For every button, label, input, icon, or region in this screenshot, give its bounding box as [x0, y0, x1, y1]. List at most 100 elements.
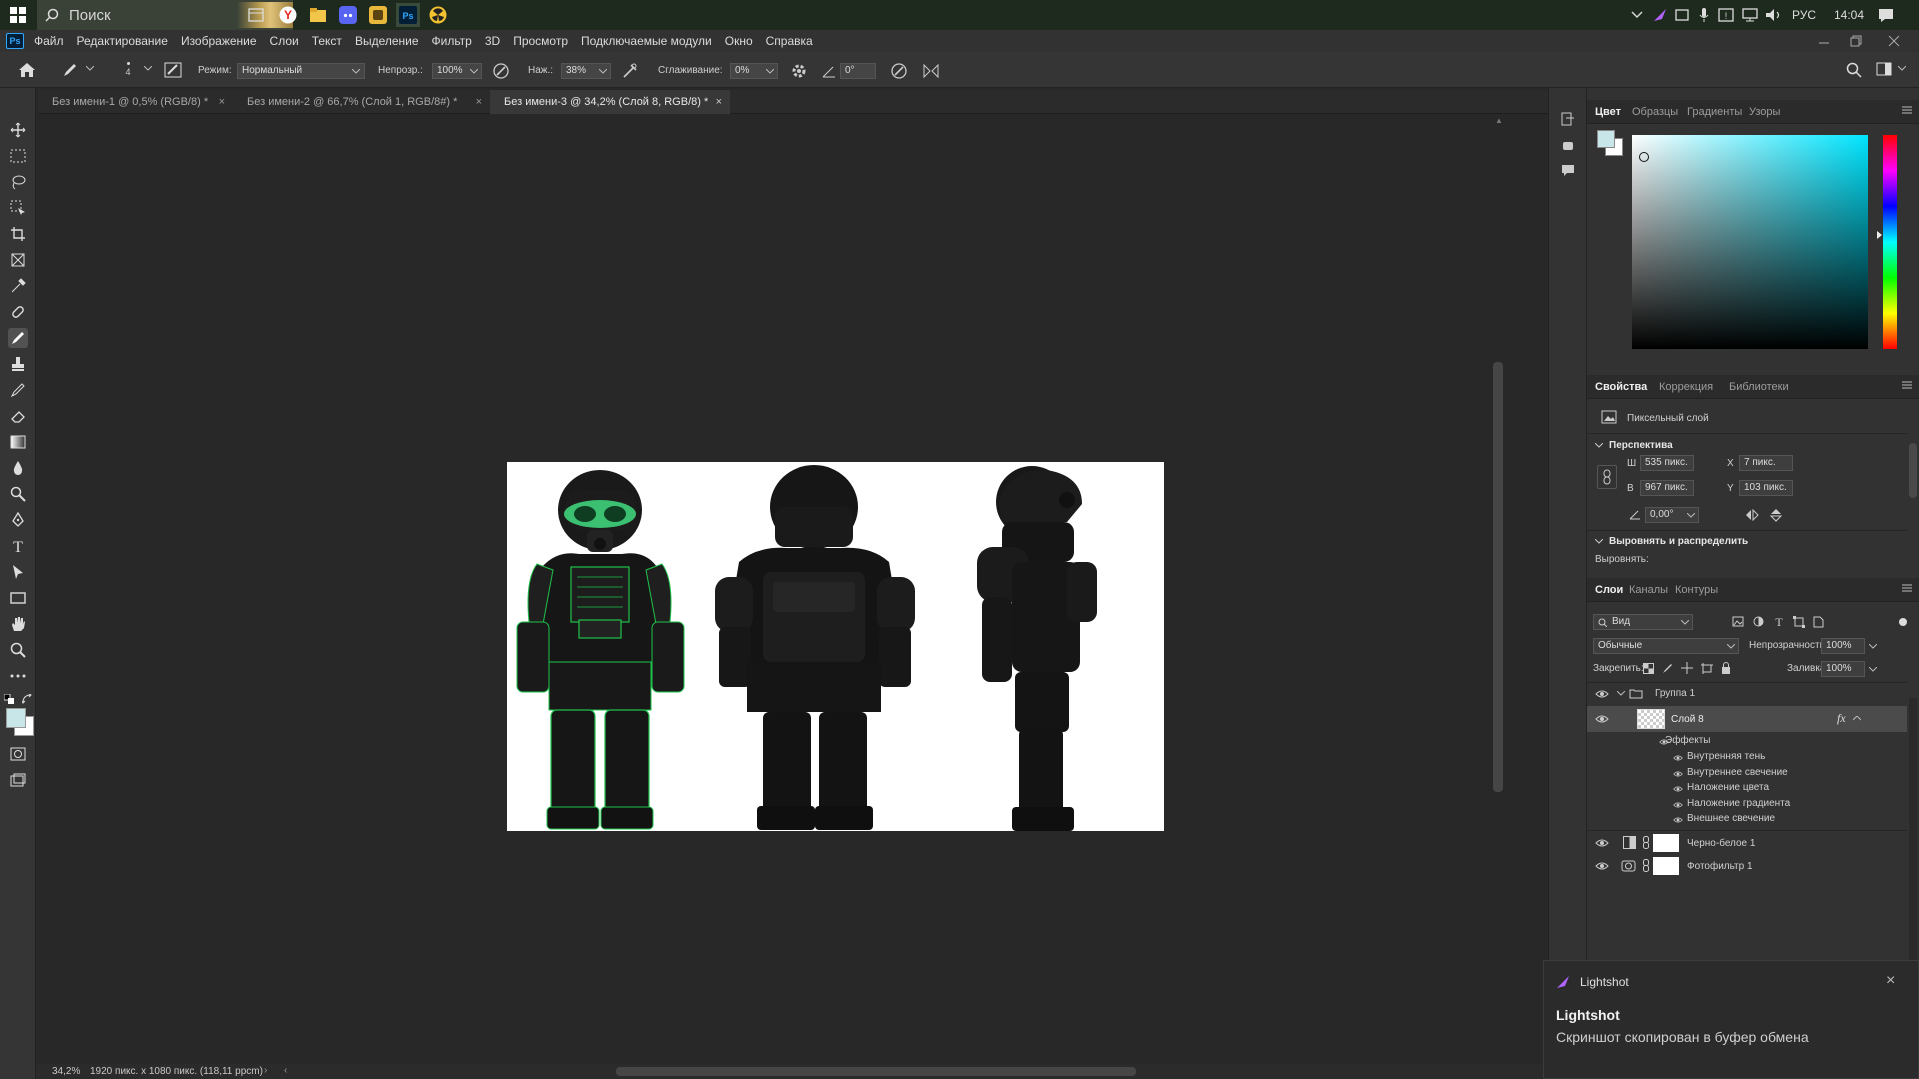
status-menu-icon[interactable]: ›: [264, 1065, 267, 1076]
group-name[interactable]: Группа 1: [1655, 688, 1695, 699]
menu-layers[interactable]: Слои: [270, 34, 299, 48]
menu-plugins[interactable]: Подключаемые модули: [581, 34, 712, 48]
lock-position-icon[interactable]: [1681, 662, 1693, 674]
brush-tool-preset-icon[interactable]: [62, 62, 78, 78]
tab-document-2[interactable]: Без имени-2 @ 66,7% (Слой 1, RGB/8#) * ×: [233, 90, 490, 114]
link-icon[interactable]: [1643, 836, 1649, 849]
layer-opacity-input[interactable]: 100%: [1821, 638, 1865, 654]
opacity-input[interactable]: 100%: [432, 63, 482, 79]
screen-mode-icon[interactable]: [8, 770, 28, 790]
lasso-tool-icon[interactable]: [8, 172, 28, 192]
layer-row-black-white[interactable]: Черно-белое 1: [1587, 832, 1907, 854]
pen-tool-icon[interactable]: [8, 510, 28, 530]
close-icon[interactable]: ×: [476, 90, 482, 114]
tray-app-icon[interactable]: [1670, 3, 1694, 27]
close-icon[interactable]: ×: [1886, 972, 1895, 990]
healing-brush-tool-icon[interactable]: [8, 302, 28, 322]
mode-select[interactable]: Нормальный: [237, 63, 365, 79]
blend-mode-select[interactable]: Обычные: [1593, 638, 1739, 654]
path-selection-tool-icon[interactable]: [8, 562, 28, 582]
close-icon[interactable]: ×: [716, 90, 722, 114]
lightshot-tray-icon[interactable]: [1648, 3, 1672, 27]
brush-settings-icon[interactable]: [164, 62, 182, 78]
panel-foreground-color[interactable]: [1597, 130, 1615, 148]
menu-3d[interactable]: 3D: [485, 34, 500, 48]
tab-document-1[interactable]: Без имени-1 @ 0,5% (RGB/8) * ×: [38, 90, 233, 114]
scroll-left-icon[interactable]: ‹: [284, 1065, 287, 1076]
menu-filter[interactable]: Фильтр: [432, 34, 472, 48]
menu-window[interactable]: Окно: [725, 34, 753, 48]
history-brush-tool-icon[interactable]: [8, 380, 28, 400]
app-icon-orange[interactable]: [366, 3, 390, 27]
tab-adjustments[interactable]: Коррекция: [1659, 375, 1713, 399]
horizontal-scrollbar[interactable]: [616, 1067, 1136, 1076]
visibility-eye-icon[interactable]: [1595, 714, 1609, 724]
menu-file[interactable]: Файл: [34, 34, 64, 48]
blur-tool-icon[interactable]: [8, 458, 28, 478]
foreground-color-swatch[interactable]: [6, 708, 26, 728]
effect-row[interactable]: Наложение градиента: [1587, 797, 1907, 812]
tab-document-3[interactable]: Без имени-3 @ 34,2% (Слой 8, RGB/8) * ×: [490, 90, 730, 114]
crop-tool-icon[interactable]: [8, 224, 28, 244]
eraser-tool-icon[interactable]: [8, 406, 28, 426]
yandex-browser-icon[interactable]: Y: [276, 3, 300, 27]
layer-mask-thumbnail[interactable]: [1653, 834, 1679, 852]
chevron-down-icon[interactable]: [1595, 539, 1603, 544]
notifications-icon[interactable]: [1874, 3, 1898, 27]
layers-scrollbar[interactable]: [1909, 698, 1917, 998]
effect-row[interactable]: Внутренняя тень: [1587, 750, 1907, 765]
tab-color[interactable]: Цвет: [1595, 100, 1621, 124]
visibility-eye-icon[interactable]: [1673, 816, 1683, 824]
filter-toggle[interactable]: [1899, 618, 1907, 626]
link-icon[interactable]: [1643, 859, 1649, 872]
visibility-eye-icon[interactable]: [1673, 801, 1683, 809]
menu-view[interactable]: Просмотр: [513, 34, 568, 48]
chevron-down-icon[interactable]: [86, 66, 94, 71]
panel-menu-icon[interactable]: [1902, 106, 1912, 114]
menu-edit[interactable]: Редактирование: [77, 34, 168, 48]
filter-smart-object-icon[interactable]: [1813, 616, 1824, 628]
layer-row-group[interactable]: Группа 1: [1587, 684, 1907, 704]
color-field[interactable]: [1632, 135, 1868, 349]
properties-scrollbar[interactable]: [1909, 443, 1917, 498]
lock-all-icon[interactable]: [1721, 662, 1731, 674]
flip-horizontal-icon[interactable]: [1745, 509, 1759, 521]
layer-name[interactable]: Слой 8: [1671, 714, 1704, 725]
document-canvas[interactable]: [507, 462, 1164, 831]
restore-icon[interactable]: [1850, 35, 1862, 47]
angle-input[interactable]: 0,00°: [1645, 507, 1699, 523]
comments-panel-icon[interactable]: [1561, 164, 1575, 178]
actions-panel-icon[interactable]: [1561, 138, 1575, 152]
filter-adjustment-icon[interactable]: [1753, 616, 1764, 627]
link-dimensions-icon[interactable]: [1597, 465, 1617, 489]
brush-angle-input[interactable]: 0°: [840, 63, 876, 79]
gradient-tool-icon[interactable]: [8, 432, 28, 452]
windows-start-icon[interactable]: [6, 3, 30, 27]
eyedropper-tool-icon[interactable]: [8, 276, 28, 296]
hue-slider[interactable]: [1883, 135, 1897, 349]
panel-menu-icon[interactable]: [1902, 584, 1912, 592]
radiation-app-icon[interactable]: [426, 3, 450, 27]
layer-name[interactable]: Черно-белое 1: [1687, 838, 1755, 849]
dodge-tool-icon[interactable]: [8, 484, 28, 504]
file-explorer-icon[interactable]: [306, 3, 330, 27]
tab-properties[interactable]: Свойства: [1595, 375, 1647, 399]
tab-patterns[interactable]: Узоры: [1749, 100, 1780, 124]
color-picker-cursor[interactable]: [1639, 152, 1649, 162]
layer-name[interactable]: Фотофильтр 1: [1687, 861, 1753, 872]
chevron-up-icon[interactable]: [1625, 3, 1649, 27]
quick-mask-icon[interactable]: [8, 744, 28, 764]
type-tool-icon[interactable]: T: [8, 536, 28, 556]
y-input[interactable]: 103 пикс.: [1739, 480, 1793, 496]
effect-row[interactable]: Наложение цвета: [1587, 781, 1907, 796]
height-input[interactable]: 967 пикс.: [1640, 480, 1694, 496]
photoshop-taskbar-icon[interactable]: Ps: [396, 3, 420, 27]
visibility-eye-icon[interactable]: [1673, 754, 1683, 762]
menu-type[interactable]: Текст: [312, 34, 342, 48]
tab-swatches[interactable]: Образцы: [1632, 100, 1678, 124]
layer-row-selected[interactable]: Слой 8 fx: [1587, 706, 1907, 732]
visibility-eye-icon[interactable]: [1595, 689, 1609, 699]
close-icon[interactable]: [1888, 35, 1900, 47]
search-icon[interactable]: [1846, 62, 1862, 78]
tab-gradients[interactable]: Градиенты: [1687, 100, 1742, 124]
